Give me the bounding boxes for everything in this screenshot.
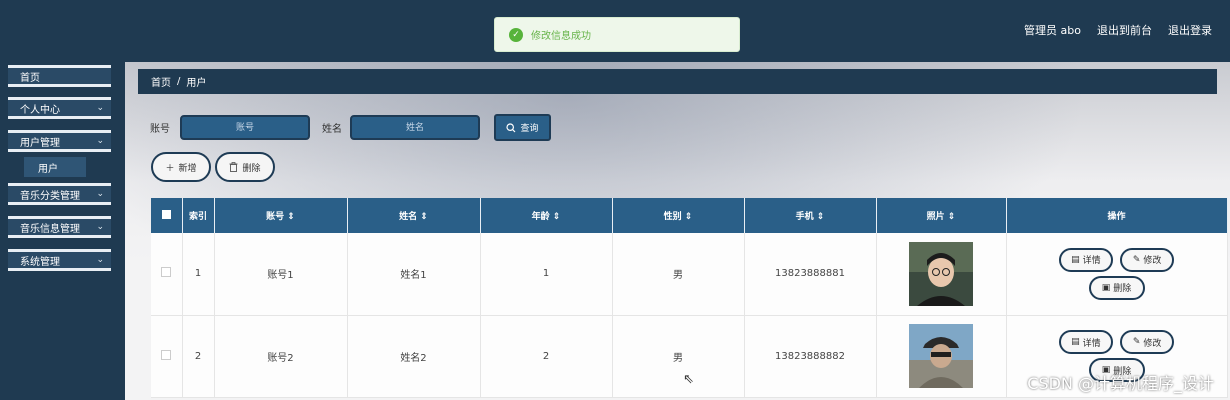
column-header[interactable]: 账号 ⇕ <box>214 198 348 233</box>
sidebar-item-personal[interactable]: 个人中心 ⌄ <box>8 97 111 119</box>
admin-user: 管理员 abo <box>1024 24 1081 37</box>
gender-cell: 男 <box>612 315 745 398</box>
user-photo <box>909 241 973 306</box>
name-cell: 姓名2 <box>347 315 481 398</box>
delete-button-label: 删除 <box>242 163 261 174</box>
column-header[interactable]: 手机 ⇕ <box>744 198 877 233</box>
breadcrumb-current: 用户 <box>186 78 207 89</box>
sidebar-item-label: 音乐信息管理 <box>20 223 80 235</box>
breadcrumb: 首页 / 用户 <box>138 69 1217 94</box>
sidebar-item-system[interactable]: 系统管理 ⌄ <box>8 249 111 271</box>
column-header[interactable]: 性别 ⇕ <box>612 198 745 233</box>
column-header[interactable]: 照片 ⇕ <box>876 198 1007 233</box>
account-search-input[interactable] <box>180 115 310 140</box>
chevron-down-icon: ⌄ <box>96 103 104 113</box>
breadcrumb-separator: / <box>177 76 181 87</box>
row-checkbox[interactable] <box>161 349 172 360</box>
index-cell: 1 <box>182 233 215 316</box>
edit-icon: ✎ <box>1132 337 1141 347</box>
row-checkbox[interactable] <box>161 267 172 278</box>
sidebar-item-music-category[interactable]: 音乐分类管理 ⌄ <box>8 183 111 205</box>
sidebar-item-label: 首页 <box>20 72 40 84</box>
sidebar: 首页 个人中心 ⌄ 用户管理 ⌄ 音乐分类管理 ⌄ 音乐信息管理 ⌄ 系统管理 … <box>0 62 125 400</box>
edit-button[interactable]: ✎ 修改 <box>1120 247 1175 272</box>
chevron-down-icon: ⌄ <box>96 255 104 265</box>
index-cell: 2 <box>182 315 215 398</box>
document-icon: ▤ <box>1071 254 1080 265</box>
gender-cell: 男 <box>612 233 745 316</box>
photo-cell <box>876 233 1007 316</box>
document-icon: ▤ <box>1071 337 1080 347</box>
age-cell: 1 <box>480 233 613 316</box>
row-select-cell[interactable] <box>151 315 183 398</box>
sidebar-subitem-user[interactable]: 用户 <box>24 157 86 177</box>
trash-icon <box>229 162 238 172</box>
select-all-checkbox[interactable] <box>161 209 171 219</box>
user-photo <box>909 324 973 388</box>
logout-link[interactable]: 退出登录 <box>1168 22 1212 38</box>
header-actions: 管理员 abo 退出到前台 退出登录 <box>1024 22 1212 38</box>
sidebar-item-label: 音乐分类管理 <box>20 190 80 202</box>
table-header-row: 索引 账号 ⇕ 姓名 ⇕ 年龄 ⇕ 性别 ⇕ 手机 ⇕ 照片 ⇕ 操作 <box>151 198 1228 233</box>
mouse-cursor-icon: ⇖ <box>683 372 694 387</box>
sidebar-item-label: 用户管理 <box>20 137 60 149</box>
row-select-cell[interactable] <box>151 233 183 316</box>
edit-button-label: 修改 <box>1143 338 1162 349</box>
column-header: 索引 <box>182 198 215 233</box>
add-button-label: 新增 <box>178 163 197 174</box>
top-header: ✓ 修改信息成功 管理员 abo 退出到前台 退出登录 <box>0 0 1230 62</box>
trash-icon: ▣ <box>1101 282 1111 293</box>
select-all-header[interactable] <box>151 198 183 233</box>
query-button-label: 查询 <box>520 124 539 134</box>
chevron-down-icon: ⌄ <box>96 189 104 199</box>
detail-button-label: 详情 <box>1082 256 1101 267</box>
photo-cell <box>876 315 1007 398</box>
sidebar-item-music-info[interactable]: 音乐信息管理 ⌄ <box>8 216 111 238</box>
query-button[interactable]: 查询 <box>494 114 551 141</box>
add-button[interactable]: ＋ 新增 <box>151 152 211 182</box>
detail-button[interactable]: ▤ 详情 <box>1058 330 1113 354</box>
age-cell: 2 <box>480 315 613 398</box>
chevron-down-icon: ⌄ <box>96 136 104 146</box>
operation-cell: ▤ 详情 ✎ 修改 ▣ 删除 <box>1006 233 1228 316</box>
column-header[interactable]: 姓名 ⇕ <box>347 198 481 233</box>
user-table: 索引 账号 ⇕ 姓名 ⇕ 年龄 ⇕ 性别 ⇕ 手机 ⇕ 照片 ⇕ 操作 1 账号… <box>151 198 1228 398</box>
main-content: 首页 / 用户 账号 姓名 查询 ＋ 新增 删除 索引 <box>125 62 1230 400</box>
chevron-down-icon: ⌄ <box>96 222 104 232</box>
account-cell: 账号1 <box>214 233 348 316</box>
column-header[interactable]: 年龄 ⇕ <box>480 198 613 233</box>
row-delete-button[interactable]: ▣ 删除 <box>1088 275 1145 300</box>
search-icon <box>506 122 516 132</box>
breadcrumb-home[interactable]: 首页 <box>151 74 171 89</box>
csdn-watermark: CSDN @计算机程序_设计 <box>1027 374 1214 393</box>
column-header: 操作 <box>1006 198 1228 233</box>
sidebar-item-user-mgmt[interactable]: 用户管理 ⌄ <box>8 130 111 152</box>
plus-icon: ＋ <box>165 163 175 174</box>
delete-button[interactable]: 删除 <box>215 152 275 182</box>
success-toast: ✓ 修改信息成功 <box>494 17 740 52</box>
name-label: 姓名 <box>322 124 342 135</box>
phone-cell: 13823888881 <box>744 233 877 316</box>
name-cell: 姓名1 <box>347 233 481 316</box>
detail-button-label: 详情 <box>1082 338 1101 349</box>
phone-cell: 13823888882 <box>744 315 877 398</box>
sidebar-item-label: 个人中心 <box>20 104 60 116</box>
account-cell: 账号2 <box>214 315 348 398</box>
sidebar-item-label: 系统管理 <box>20 256 60 268</box>
to-front-link[interactable]: 退出到前台 <box>1097 22 1152 38</box>
search-bar: 账号 姓名 查询 <box>150 114 551 141</box>
check-circle-icon: ✓ <box>509 27 523 42</box>
account-label: 账号 <box>150 124 170 135</box>
detail-button[interactable]: ▤ 详情 <box>1058 247 1113 272</box>
table-row: 1 账号1 姓名1 1 男 13823888881 ▤ 详情 ✎ 修改 ▣ 删除 <box>151 233 1228 316</box>
sidebar-item-home[interactable]: 首页 <box>8 65 111 87</box>
row-delete-button-label: 删除 <box>1113 284 1132 295</box>
edit-button-label: 修改 <box>1143 256 1162 267</box>
edit-icon: ✎ <box>1132 254 1141 265</box>
name-search-input[interactable] <box>350 115 480 140</box>
edit-button[interactable]: ✎ 修改 <box>1120 330 1175 354</box>
toast-message: 修改信息成功 <box>531 31 591 42</box>
